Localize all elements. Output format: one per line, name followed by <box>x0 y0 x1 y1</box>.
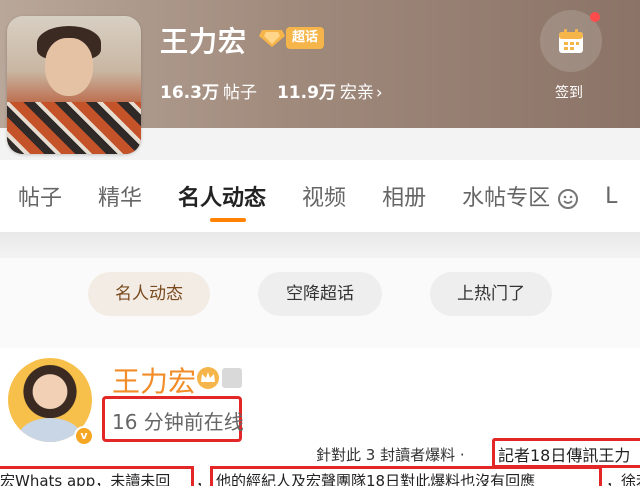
calendar-icon <box>559 29 583 53</box>
topic-title: 王力宏 <box>160 25 248 58</box>
news-agent-text: 他的經紀人及宏聲團隊18日對此爆料也沒有回應 <box>216 472 536 486</box>
level-tag <box>222 368 242 388</box>
news-reporter-text: 記者18日傳訊王力 <box>498 446 631 465</box>
tab-bar: 帖子 精华 名人动态 视频 相册 水帖专区 L <box>0 160 640 232</box>
avatar-shirt <box>18 418 82 442</box>
tab-water-posts-label: 水帖专区 <box>462 186 551 211</box>
notification-dot <box>590 12 600 22</box>
news-text-line1: 針對此 3 封讀者爆料 · <box>316 446 465 464</box>
checkin-label: 签到 <box>555 85 583 101</box>
diamond-icon <box>259 30 285 47</box>
fans-label: 宏亲 <box>339 83 374 103</box>
fans-count: 11.9万 <box>276 83 336 103</box>
author-name[interactable]: 王力宏 <box>112 360 196 400</box>
news-tail-text: ，徐若 <box>606 472 640 486</box>
posts-label: 帖子 <box>222 83 257 103</box>
news-separator: ， <box>196 472 212 486</box>
filter-celebrity-news[interactable]: 名人动态 <box>88 272 210 316</box>
chevron-right-icon: › <box>375 83 383 103</box>
news-whatsapp-text: 宏Whats app，未讀未回 <box>0 472 171 486</box>
topic-avatar[interactable] <box>7 16 141 154</box>
super-topic-badge: 超话 <box>286 27 325 49</box>
filter-airdrop[interactable]: 空降超话 <box>258 272 382 316</box>
tab-videos[interactable]: 视频 <box>302 180 346 212</box>
tab-featured[interactable]: 精华 <box>98 180 142 212</box>
filter-trending[interactable]: 上热门了 <box>430 272 552 316</box>
verified-badge: v <box>74 426 94 446</box>
avatar-jacket <box>7 102 141 154</box>
tab-celebrity-news[interactable]: 名人动态 <box>178 180 266 222</box>
tab-water-posts[interactable]: 水帖专区 <box>462 180 579 212</box>
crown-icon <box>197 367 219 389</box>
avatar-face <box>45 38 93 96</box>
smile-icon <box>558 189 579 209</box>
posts-count: 16.3万 <box>160 83 219 103</box>
tab-albums[interactable]: 相册 <box>382 180 426 212</box>
section-divider <box>0 232 640 258</box>
tab-posts[interactable]: 帖子 <box>18 180 62 212</box>
tab-overflow[interactable]: L <box>605 184 617 209</box>
topic-stats[interactable]: 16.3万 帖子 11.9万 宏亲 › <box>160 78 383 103</box>
online-status: 16 分钟前在线 <box>112 410 244 434</box>
